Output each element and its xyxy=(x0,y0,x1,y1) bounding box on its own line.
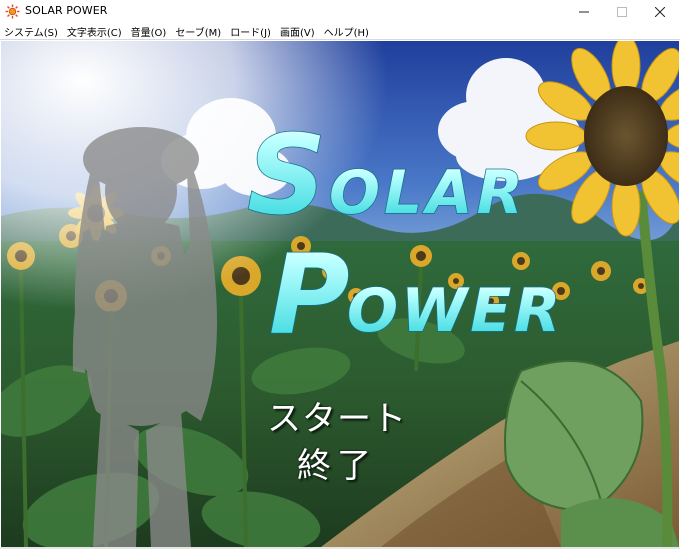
sun-app-icon xyxy=(5,4,20,19)
menu-volume[interactable]: 音量(O) xyxy=(131,24,167,39)
window-titlebar[interactable]: SOLAR POWER xyxy=(0,0,680,23)
maximize-icon xyxy=(617,6,627,17)
menu-help[interactable]: ヘルプ(H) xyxy=(324,24,369,39)
game-screen[interactable]: S OLAR P OWER スタート 終了 xyxy=(1,41,679,547)
close-button[interactable] xyxy=(641,0,679,23)
menu-load[interactable]: ロード(J) xyxy=(230,24,271,39)
menu-system[interactable]: システム(S) xyxy=(4,24,58,39)
window-title: SOLAR POWER xyxy=(25,4,108,17)
close-icon xyxy=(655,6,665,17)
maximize-button[interactable] xyxy=(603,0,641,23)
start-option[interactable]: スタート xyxy=(267,391,407,440)
minimize-icon xyxy=(579,11,589,12)
menu-text-display[interactable]: 文字表示(C) xyxy=(67,24,122,39)
minimize-button[interactable] xyxy=(565,0,603,23)
menu-save[interactable]: セーブ(M) xyxy=(175,24,221,39)
menubar: システム(S) 文字表示(C) 音量(O) セーブ(M) ロード(J) 画面(V… xyxy=(0,23,680,40)
quit-option[interactable]: 終了 xyxy=(297,438,377,487)
menu-screen[interactable]: 画面(V) xyxy=(280,24,315,39)
